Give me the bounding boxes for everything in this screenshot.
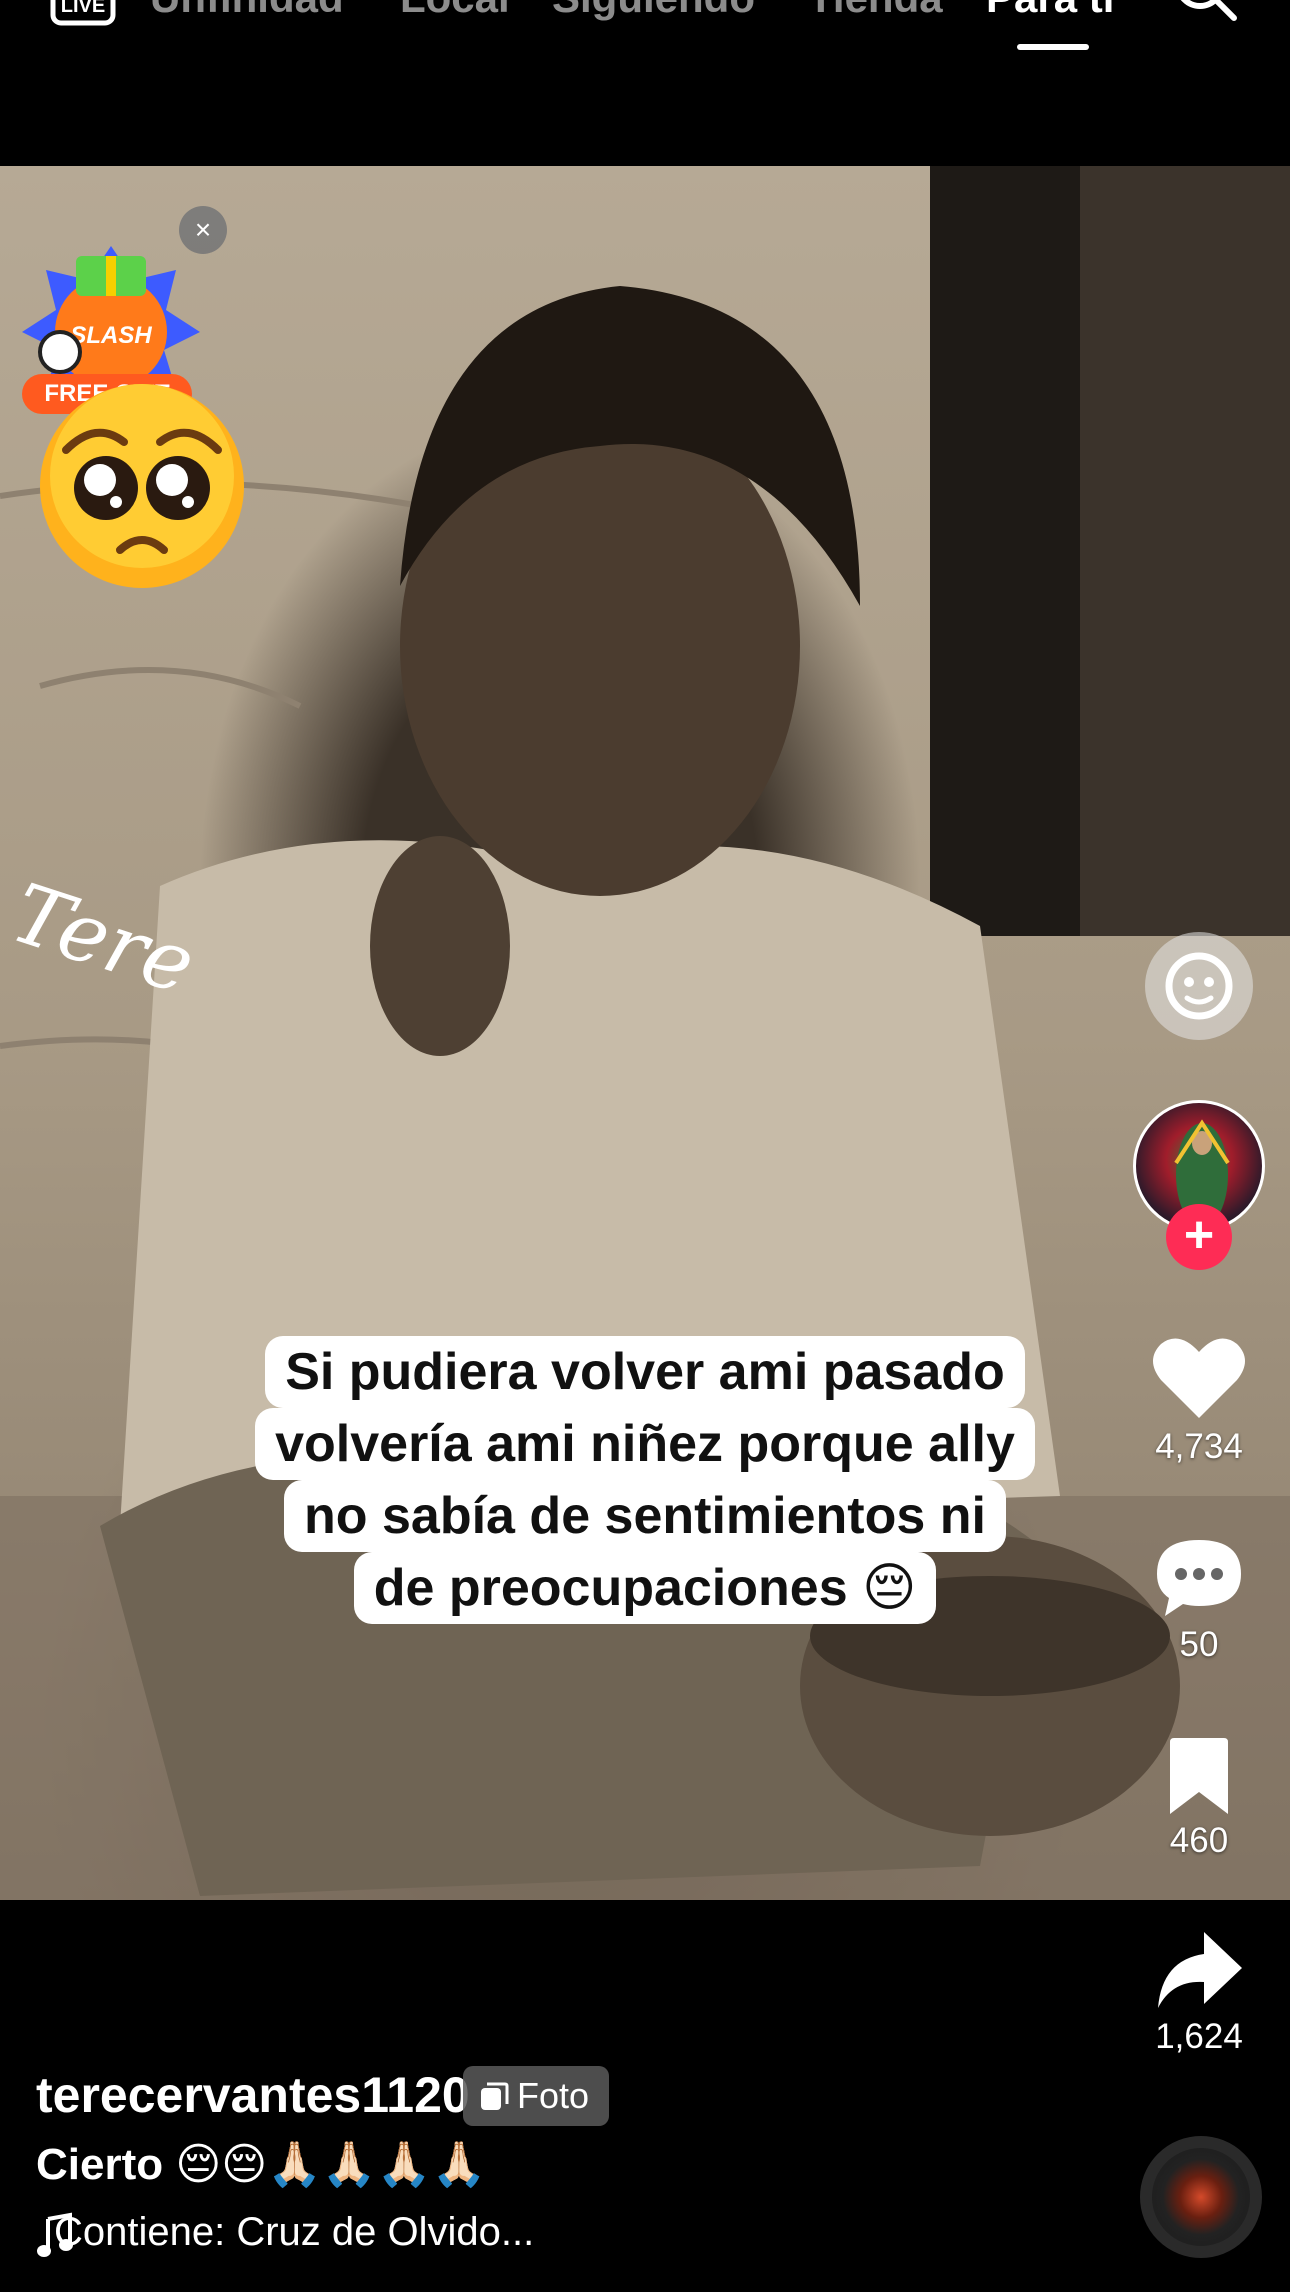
heart-icon: [1153, 1338, 1245, 1418]
caption-line: de preocupaciones 😔: [353, 1552, 937, 1624]
effect-filter-button[interactable]: [1145, 932, 1253, 1040]
share-button[interactable]: 1,624: [1130, 1928, 1268, 2057]
tab-local[interactable]: Local: [400, 0, 510, 22]
save-count: 460: [1169, 1821, 1229, 1860]
photo-stack-icon: [481, 2082, 509, 2110]
live-icon[interactable]: LIVE: [50, 0, 116, 26]
save-button[interactable]: 460: [1130, 1736, 1268, 1861]
search-icon[interactable]: [1170, 0, 1240, 26]
comment-button[interactable]: 50: [1130, 1536, 1268, 1665]
share-count: 1,624: [1155, 2017, 1243, 2056]
pleading-face-icon: [40, 384, 244, 588]
music-disc[interactable]: [1140, 2136, 1262, 2258]
caption-line: Si pudiera volver ami pasado: [265, 1336, 1025, 1408]
photo-type-badge[interactable]: Foto: [463, 2066, 609, 2126]
like-count: 4,734: [1155, 1427, 1243, 1466]
svg-text:LIVE: LIVE: [61, 0, 105, 17]
tab-unfinidad[interactable]: Unfinidad: [150, 0, 344, 22]
bookmark-icon: [1170, 1738, 1228, 1814]
photo-type-label: Foto: [517, 2075, 590, 2116]
share-arrow-icon: [1158, 1932, 1242, 2008]
post-description[interactable]: Cierto 😔😔🙏🏻🙏🏻🙏🏻🙏🏻: [36, 2138, 486, 2190]
active-tab-indicator: [1017, 44, 1089, 50]
follow-button[interactable]: +: [1166, 1204, 1232, 1270]
music-track[interactable]: Contiene: Cruz de Olvido...: [54, 2210, 534, 2255]
tab-siguiendo[interactable]: Siguiendo: [552, 0, 755, 22]
top-navigation: LIVE Unfinidad Local Siguiendo Tienda Pa…: [0, 0, 1290, 60]
face-filter-icon: [1165, 952, 1233, 1020]
tab-para-ti[interactable]: Para ti: [986, 0, 1114, 22]
caption-line: no sabía de sentimientos ni: [284, 1480, 1006, 1552]
svg-text:SLASH: SLASH: [70, 322, 152, 349]
tab-tienda[interactable]: Tienda: [808, 0, 943, 22]
like-button[interactable]: 4,734: [1130, 1334, 1268, 1467]
comment-icon: [1157, 1540, 1241, 1616]
comment-count: 50: [1179, 1625, 1219, 1664]
post-caption: Si pudiera volver ami pasado volvería am…: [0, 1336, 1290, 1624]
caption-line: volvería ami niñez porque ally: [255, 1408, 1035, 1480]
author-username[interactable]: terecervantes1120: [36, 2066, 470, 2124]
